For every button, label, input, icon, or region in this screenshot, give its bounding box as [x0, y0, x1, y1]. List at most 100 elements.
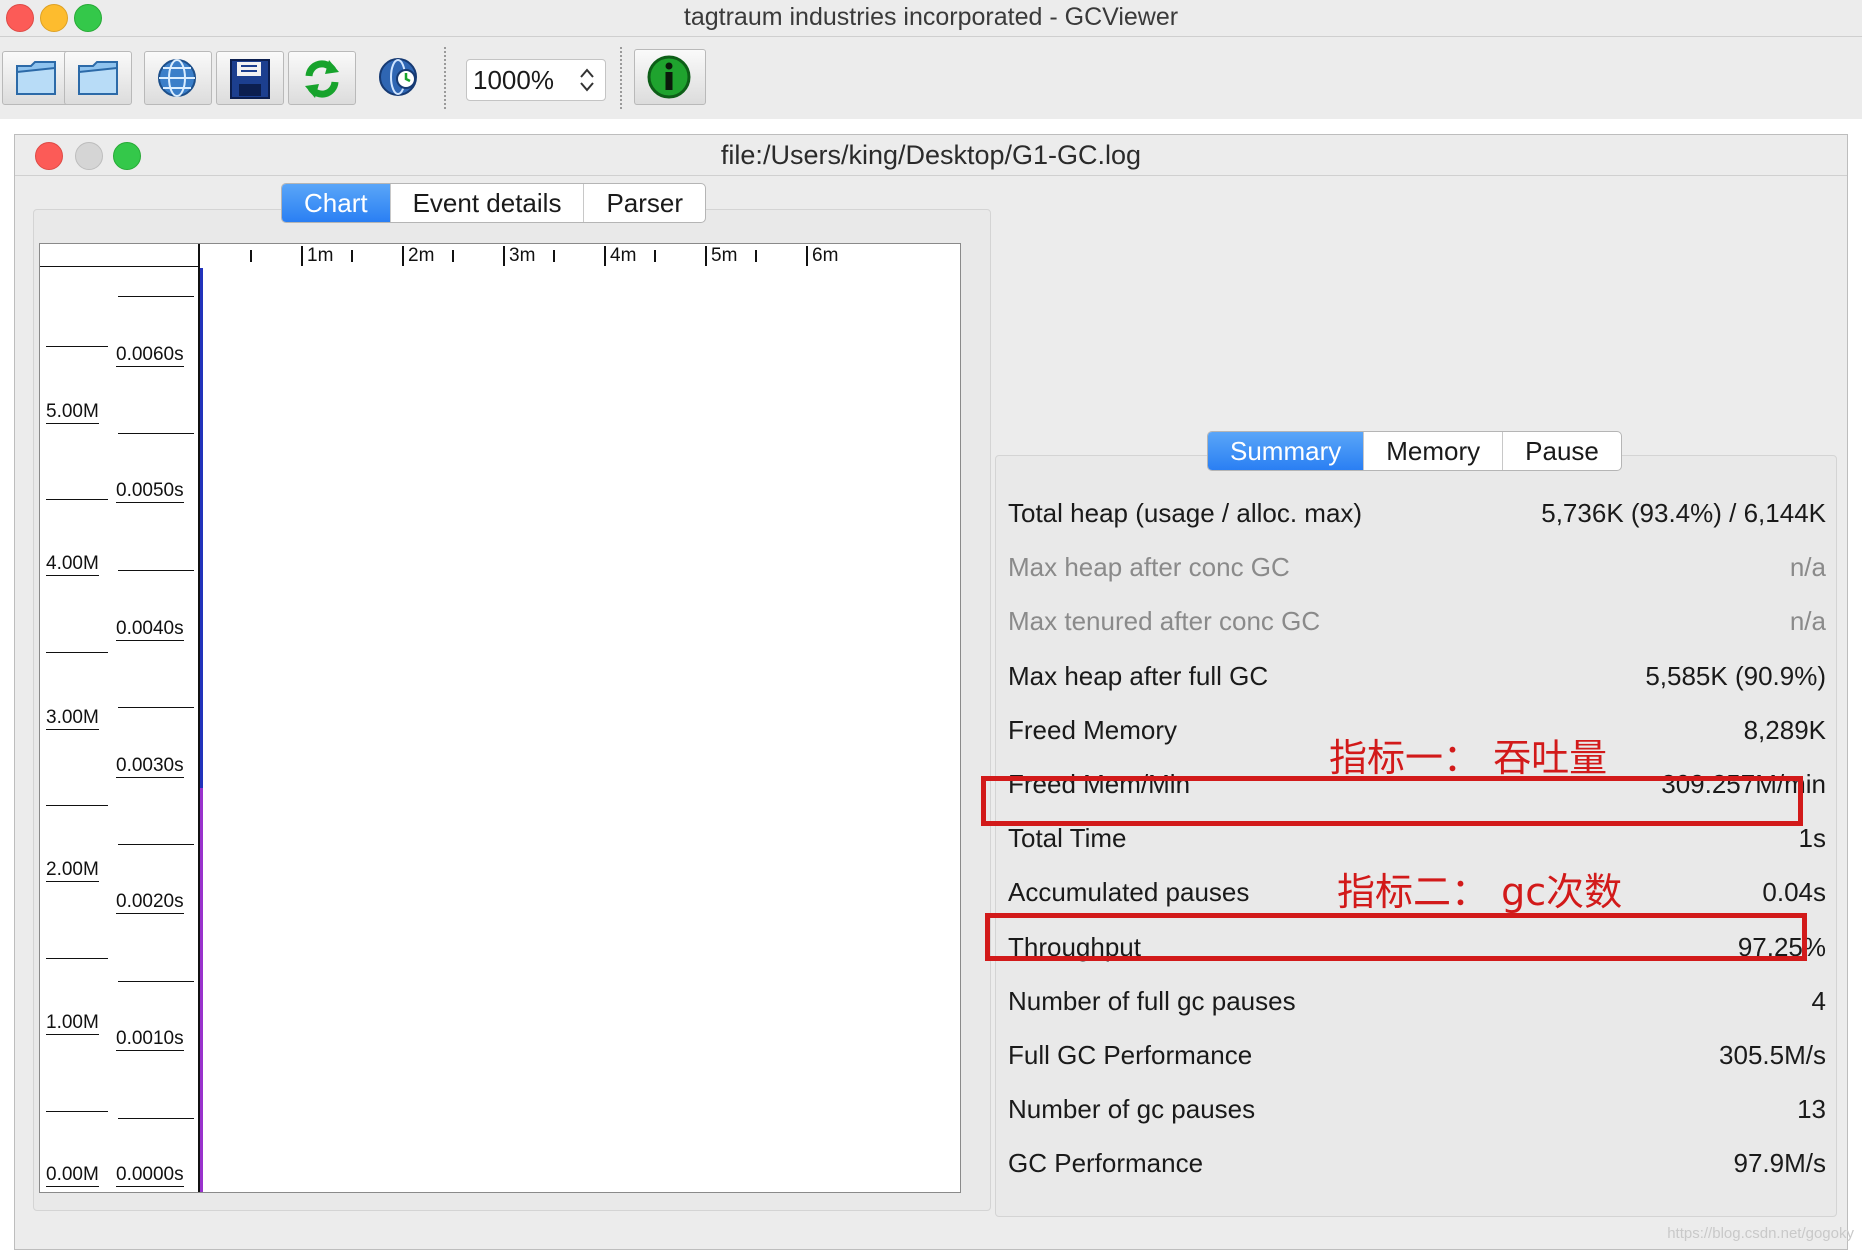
- open-folder-icon: [78, 61, 118, 95]
- summary-row: Max tenured after conc GC n/a: [1008, 594, 1826, 648]
- watermark: https://blog.csdn.net/gogoky: [1667, 1225, 1854, 1242]
- open-file-button[interactable]: [2, 51, 70, 105]
- open-url-icon: [158, 59, 196, 97]
- refresh-icon: [305, 60, 339, 98]
- summary-label: Accumulated pauses: [1008, 877, 1250, 908]
- annotation-gc-count: 指标二： gc次数: [1337, 870, 1623, 914]
- memory-tick-label: 3.00M: [46, 707, 99, 730]
- summary-value: 0.04s: [1762, 877, 1826, 908]
- document-window: file:/Users/king/Desktop/G1-GC.log Chart…: [14, 134, 1848, 1250]
- pause-minor-tick: [118, 570, 194, 571]
- summary-row: GC Performance 97.9M/s: [1008, 1136, 1826, 1190]
- watch-button[interactable]: [366, 51, 434, 105]
- summary-label: Max heap after conc GC: [1008, 552, 1290, 583]
- pause-minor-tick: [118, 296, 194, 297]
- tab-event-details[interactable]: Event details: [391, 184, 585, 222]
- summary-value: n/a: [1789, 606, 1826, 637]
- chart-tabs: Chart Event details Parser: [281, 183, 707, 223]
- toolbar-separator: [444, 47, 446, 109]
- memory-tick-label: 1.00M: [46, 1012, 99, 1035]
- pause-minor-tick: [118, 981, 194, 982]
- time-minor-tick: [250, 250, 252, 262]
- save-icon: [230, 59, 270, 99]
- summary-value: 8,289K: [1743, 714, 1826, 745]
- summary-value: 97.9M/s: [1733, 1148, 1827, 1179]
- pause-tick-label: 0.0020s: [116, 891, 184, 914]
- summary-label: Max tenured after conc GC: [1008, 606, 1321, 637]
- stepper-arrows-icon[interactable]: [579, 66, 595, 94]
- pause-minor-tick: [118, 707, 194, 708]
- tab-pause[interactable]: Pause: [1503, 432, 1621, 470]
- document-titlebar: file:/Users/king/Desktop/G1-GC.log: [15, 135, 1847, 176]
- memory-tick-label: 2.00M: [46, 859, 99, 882]
- pause-tick-label: 0.0040s: [116, 618, 184, 641]
- open-file-icon: [16, 61, 56, 95]
- zoom-select[interactable]: 1000%: [466, 59, 606, 101]
- open-url-button[interactable]: [144, 51, 212, 105]
- gc-chart[interactable]: 1m 2m 3m 4m 5m 6m 5.00M 4.00M 3.00M 2.00M 1.00M 0.…: [39, 243, 961, 1193]
- info-button[interactable]: [634, 49, 706, 105]
- time-major-tick: [401, 246, 404, 266]
- pause-tick-label: 0.0000s: [116, 1164, 184, 1187]
- save-button[interactable]: [216, 51, 284, 105]
- toolbar-separator: [620, 47, 622, 109]
- pause-tick-label: 0.0010s: [116, 1028, 184, 1051]
- summary-row: Full GC Performance 305.5M/s: [1008, 1028, 1826, 1082]
- summary-label: Full GC Performance: [1008, 1040, 1253, 1070]
- pause-minor-tick: [118, 844, 194, 845]
- summary-label: Max heap after full GC: [1008, 660, 1269, 691]
- summary-value: n/a: [1789, 552, 1826, 583]
- tab-memory[interactable]: Memory: [1364, 432, 1504, 470]
- tab-summary[interactable]: Summary: [1208, 432, 1365, 470]
- memory-tick-label: 0.00M: [46, 1164, 99, 1187]
- refresh-button[interactable]: [288, 51, 356, 105]
- summary-label: Number of gc pauses: [1008, 1094, 1256, 1125]
- tab-parser[interactable]: Parser: [584, 184, 705, 222]
- summary-label: GC Performance: [1008, 1148, 1204, 1179]
- time-tick-label: 2m: [408, 245, 435, 266]
- time-tick-label: 4m: [610, 245, 637, 266]
- memory-minor-tick: [46, 805, 108, 806]
- time-major-tick: [300, 246, 303, 266]
- chart-corner: [40, 244, 198, 267]
- time-major-tick: [502, 246, 505, 266]
- time-tick-label: 5m: [711, 245, 738, 266]
- time-minor-tick: [755, 250, 757, 262]
- memory-tick-label: 4.00M: [46, 553, 99, 576]
- memory-minor-tick: [46, 346, 108, 347]
- summary-value: 5,736K (93.4%) / 6,144K: [1541, 498, 1826, 528]
- summary-tabs: Summary Memory Pause: [1207, 431, 1622, 471]
- annotation-throughput: 指标一： 吞吐量: [1329, 736, 1608, 780]
- summary-row: Max heap after full GC 5,585K (90.9%): [1008, 649, 1826, 703]
- time-major-tick: [603, 246, 606, 266]
- summary-label: Number of full gc pauses: [1008, 985, 1296, 1016]
- memory-tick-label: 5.00M: [46, 401, 99, 424]
- summary-value: 305.5M/s: [1719, 1040, 1826, 1070]
- gc-pause-line: [200, 788, 203, 1192]
- summary-label: Total heap (usage / alloc. max): [1008, 498, 1363, 528]
- memory-minor-tick: [46, 499, 108, 500]
- time-tick-label: 6m: [812, 245, 839, 266]
- watch-icon: [379, 58, 417, 96]
- summary-label: Freed Memory: [1008, 714, 1178, 745]
- app-titlebar: tagtraum industries incorporated - GCVie…: [0, 0, 1862, 37]
- summary-panel: Total heap (usage / alloc. max) 5,736K (9…: [995, 455, 1837, 1217]
- gc-pauses-highlight-box: [985, 913, 1807, 961]
- time-major-tick: [704, 246, 707, 266]
- tab-chart[interactable]: Chart: [282, 184, 391, 222]
- throughput-highlight-box: [981, 776, 1803, 826]
- summary-value: 13: [1797, 1094, 1826, 1125]
- memory-minor-tick: [46, 652, 108, 653]
- summary-row: Total heap (usage / alloc. max) 5,736K (9…: [1008, 486, 1826, 540]
- memory-minor-tick: [46, 1111, 108, 1112]
- toolbar: 1000%: [0, 37, 1862, 119]
- pause-minor-tick: [118, 1118, 194, 1119]
- gc-data-line: [200, 268, 203, 788]
- memory-minor-tick: [46, 958, 108, 959]
- info-icon: [647, 55, 691, 99]
- time-minor-tick: [553, 250, 555, 262]
- summary-row: Number of gc pauses 13: [1008, 1082, 1826, 1136]
- open-folder-button[interactable]: [64, 51, 132, 105]
- summary-value: 4: [1811, 985, 1826, 1016]
- time-minor-tick: [654, 250, 656, 262]
